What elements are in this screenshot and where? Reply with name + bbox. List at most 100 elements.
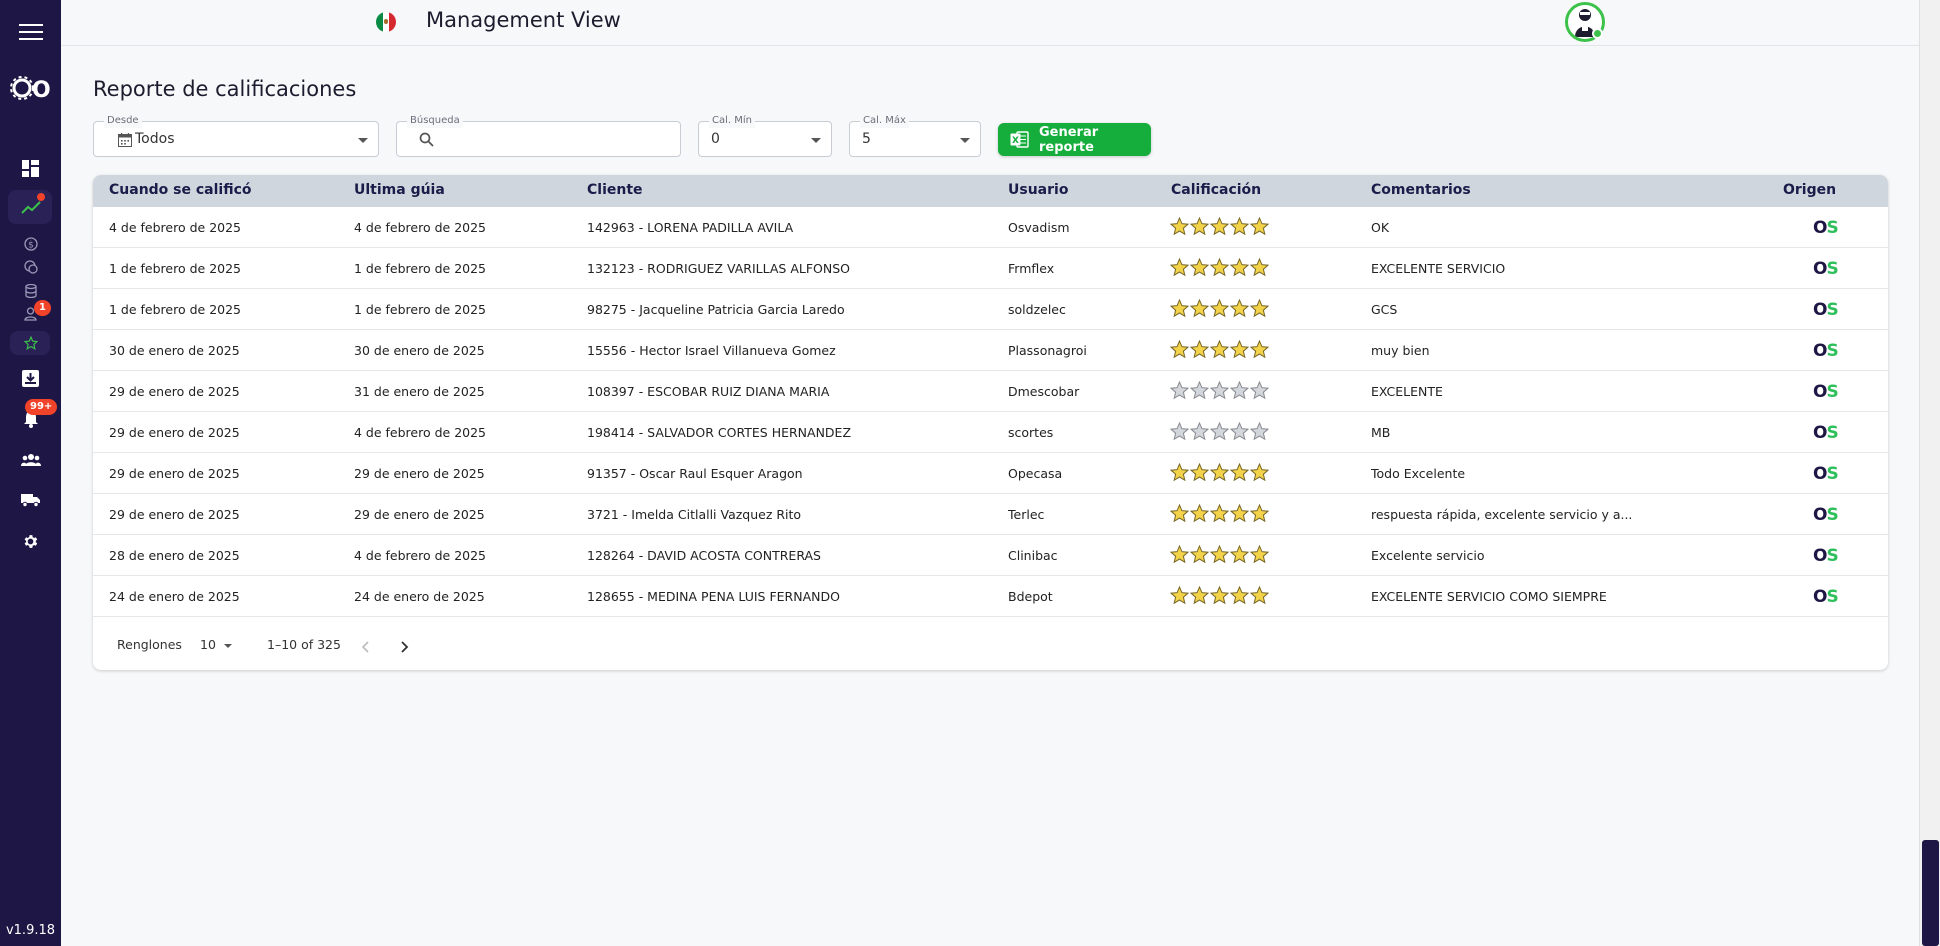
generate-report-button[interactable]: X Generar reporte — [998, 123, 1151, 156]
mexico-flag-icon[interactable] — [376, 12, 396, 32]
star-empty-icon — [1210, 422, 1229, 441]
logo[interactable]: OS — [0, 73, 61, 107]
cal-max-select[interactable]: Cal. Máx 5 — [849, 114, 981, 157]
col-comentarios[interactable]: Comentarios — [1371, 182, 1471, 198]
groups-icon[interactable] — [0, 450, 61, 470]
star-empty-icon — [1190, 422, 1209, 441]
cell-comentario: Excelente servicio — [1371, 548, 1485, 563]
star-filled-icon — [1250, 217, 1269, 236]
cell-usuario: Dmescobar — [1008, 384, 1080, 399]
truck-icon[interactable] — [0, 490, 61, 510]
busqueda-field[interactable]: Búsqueda — [396, 114, 681, 157]
origin-letter: S — [1826, 505, 1838, 525]
table-row[interactable]: 28 de enero de 2025 4 de febrero de 2025 1… — [93, 535, 1888, 576]
star-filled-icon — [1210, 504, 1229, 523]
table-header: Cuando se calificó Ultima gúia Cliente U… — [93, 175, 1888, 207]
cell-fecha: 29 de enero de 2025 — [109, 507, 240, 522]
origin-letter: S — [1826, 341, 1838, 361]
sidebar: OS $ 1 99+ v1.9.18 — [0, 0, 61, 946]
star-empty-icon — [1170, 422, 1189, 441]
table-row[interactable]: 1 de febrero de 2025 1 de febrero de 2025… — [93, 289, 1888, 330]
cell-cliente: 15556 - Hector Israel Villanueva Gomez — [587, 343, 836, 358]
cell-fecha: 1 de febrero de 2025 — [109, 302, 242, 317]
table-row[interactable]: 29 de enero de 2025 29 de enero de 2025 91… — [93, 453, 1888, 494]
origin-os-logo: OS — [1813, 300, 1839, 320]
col-calificacion[interactable]: Calificación — [1171, 182, 1261, 198]
cell-cliente: 3721 - Imelda Citlalli Vazquez Rito — [587, 507, 802, 522]
cell-fecha: 28 de enero de 2025 — [109, 548, 240, 563]
settings-gear-icon[interactable] — [0, 531, 61, 551]
rating-stars — [1170, 381, 1269, 400]
star-filled-icon — [1190, 586, 1209, 605]
database-icon[interactable] — [0, 283, 61, 299]
menu-icon[interactable] — [0, 20, 61, 44]
cell-comentario: EXCELENTE — [1371, 384, 1443, 399]
chevron-right-icon — [401, 641, 409, 653]
star-filled-icon — [1210, 463, 1229, 482]
star-filled-icon — [1230, 545, 1249, 564]
table-row[interactable]: 30 de enero de 2025 30 de enero de 2025 15… — [93, 330, 1888, 371]
table-row[interactable]: 29 de enero de 2025 31 de enero de 2025 10… — [93, 371, 1888, 412]
star-filled-icon — [1250, 545, 1269, 564]
col-usuario[interactable]: Usuario — [1008, 182, 1068, 198]
cell-usuario: scortes — [1008, 425, 1054, 440]
user-icon[interactable] — [0, 306, 61, 322]
origin-letter: O — [1813, 587, 1827, 607]
table-row[interactable]: 29 de enero de 2025 29 de enero de 2025 37… — [93, 494, 1888, 535]
cell-comentario: respuesta rápida, excelente servicio y a… — [1371, 507, 1633, 522]
rows-per-page-value: 10 — [200, 637, 216, 652]
prev-page-button[interactable] — [361, 638, 371, 657]
top-header: Management View — [61, 0, 1919, 46]
inbox-download-icon[interactable] — [0, 368, 61, 388]
coins-icon[interactable] — [0, 259, 61, 275]
origin-os-logo: OS — [1813, 546, 1839, 566]
star-filled-icon — [1230, 217, 1249, 236]
star-empty-icon — [1210, 381, 1229, 400]
scrollbar-thumb[interactable] — [1922, 840, 1939, 946]
cell-guia: 4 de febrero de 2025 — [354, 220, 487, 235]
cell-fecha: 1 de febrero de 2025 — [109, 261, 242, 276]
dollar-icon[interactable]: $ — [0, 236, 61, 252]
rating-stars — [1170, 545, 1269, 564]
table-row[interactable]: 1 de febrero de 2025 1 de febrero de 2025… — [93, 248, 1888, 289]
origin-letter: O — [1813, 505, 1827, 525]
table-row[interactable]: 24 de enero de 2025 24 de enero de 2025 12… — [93, 576, 1888, 617]
col-fecha[interactable]: Cuando se calificó — [109, 182, 252, 198]
cal-min-value: 0 — [711, 131, 720, 147]
dashboard-icon[interactable] — [0, 158, 61, 178]
star-filled-icon — [1210, 258, 1229, 277]
desde-select[interactable]: Desde Todos — [93, 114, 379, 157]
star-filled-icon — [1230, 463, 1249, 482]
col-origen[interactable]: Origen — [1783, 182, 1836, 198]
origin-os-logo: OS — [1813, 464, 1839, 484]
calendar-icon — [118, 132, 132, 151]
col-cliente[interactable]: Cliente — [587, 182, 643, 198]
analytics-trend-icon[interactable] — [0, 197, 61, 217]
star-empty-icon — [1250, 422, 1269, 441]
chevron-down-icon — [960, 138, 970, 143]
table-row[interactable]: 29 de enero de 2025 4 de febrero de 2025 1… — [93, 412, 1888, 453]
cell-comentario: Todo Excelente — [1371, 466, 1466, 481]
col-guia[interactable]: Ultima gúia — [354, 182, 445, 198]
star-filled-icon — [1210, 586, 1229, 605]
rows-per-page-select[interactable]: 10 — [200, 637, 232, 652]
star-empty-icon — [1250, 381, 1269, 400]
origin-letter: O — [1813, 382, 1827, 402]
star-filled-icon — [1170, 463, 1189, 482]
window-scrollbar[interactable] — [1919, 0, 1940, 946]
cell-guia: 29 de enero de 2025 — [354, 466, 485, 481]
star-filled-icon — [1210, 299, 1229, 318]
cell-usuario: soldzelec — [1008, 302, 1066, 317]
origin-letter: S — [1826, 259, 1838, 279]
origin-os-logo: OS — [1813, 218, 1839, 238]
table-footer: Renglones 10 1–10 of 325 — [93, 621, 1888, 670]
star-empty-icon — [1230, 381, 1249, 400]
rating-stars — [1170, 217, 1269, 236]
next-page-button[interactable] — [399, 638, 409, 657]
ratings-table: Cuando se calificó Ultima gúia Cliente U… — [93, 175, 1888, 670]
star-filled-icon — [1170, 258, 1189, 277]
origin-letter: O — [1813, 300, 1827, 320]
cal-min-select[interactable]: Cal. Mín 0 — [698, 114, 832, 157]
table-row[interactable]: 4 de febrero de 2025 4 de febrero de 2025… — [93, 207, 1888, 248]
star-rating-icon[interactable] — [0, 334, 61, 352]
